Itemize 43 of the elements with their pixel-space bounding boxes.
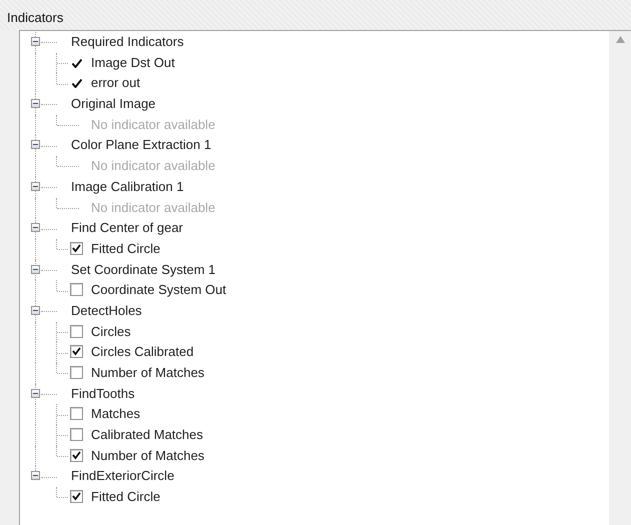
indicator-label: Image Dst Out <box>91 54 175 70</box>
checkbox-label[interactable]: Matches <box>91 406 140 422</box>
checkbox[interactable] <box>70 490 83 504</box>
checkbox-label[interactable]: Coordinate System Out <box>91 282 226 298</box>
scrollbar[interactable] <box>609 31 631 525</box>
collapse-toggle[interactable] <box>31 223 40 232</box>
checkbox[interactable] <box>70 407 83 420</box>
checkbox-label[interactable]: Circles <box>91 324 131 339</box>
collapse-toggle[interactable] <box>31 140 40 150</box>
collapse-toggle[interactable] <box>31 306 40 315</box>
group-label[interactable]: Image Calibration 1 <box>71 178 184 194</box>
collapse-toggle[interactable] <box>31 99 40 108</box>
collapse-toggle[interactable] <box>31 182 40 191</box>
placeholder-text: No indicator available <box>91 158 216 174</box>
checkbox[interactable] <box>70 448 83 462</box>
collapse-toggle[interactable] <box>31 264 40 274</box>
indicator-label: error out <box>91 75 140 90</box>
group-label[interactable]: Original Image <box>71 96 156 112</box>
checkbox-label[interactable]: Number of Matches <box>91 448 204 463</box>
collapse-toggle[interactable] <box>31 388 40 398</box>
group-label[interactable]: FindExteriorCircle <box>71 468 174 484</box>
group-label[interactable]: FindTooths <box>71 386 135 401</box>
placeholder-text: No indicator available <box>91 116 216 132</box>
checkbox-label[interactable]: Number of Matches <box>91 365 204 380</box>
group-label[interactable]: DetectHoles <box>71 302 142 318</box>
checkbox[interactable] <box>70 366 83 379</box>
checkbox[interactable] <box>70 242 83 255</box>
checkbox[interactable] <box>70 428 83 442</box>
checkbox[interactable] <box>70 345 83 358</box>
placeholder-text: No indicator available <box>91 200 216 214</box>
group-label[interactable]: Required Indicators <box>71 34 184 49</box>
checkbox[interactable] <box>70 283 83 296</box>
group-label[interactable]: Find Center of gear <box>71 220 184 236</box>
checkbox-label[interactable]: Fitted Circle <box>91 489 160 504</box>
checkbox[interactable] <box>70 324 83 338</box>
group-label[interactable]: Set Coordinate System 1 <box>71 262 216 277</box>
collapse-toggle[interactable] <box>31 37 40 46</box>
group-label[interactable]: Color Plane Extraction 1 <box>71 137 212 152</box>
panel-title: Indicators <box>7 10 64 24</box>
checkbox-label[interactable]: Circles Calibrated <box>91 344 194 360</box>
collapse-toggle[interactable] <box>31 471 40 480</box>
checkbox-label[interactable]: Fitted Circle <box>91 240 160 256</box>
checkbox-label[interactable]: Calibrated Matches <box>91 427 203 442</box>
